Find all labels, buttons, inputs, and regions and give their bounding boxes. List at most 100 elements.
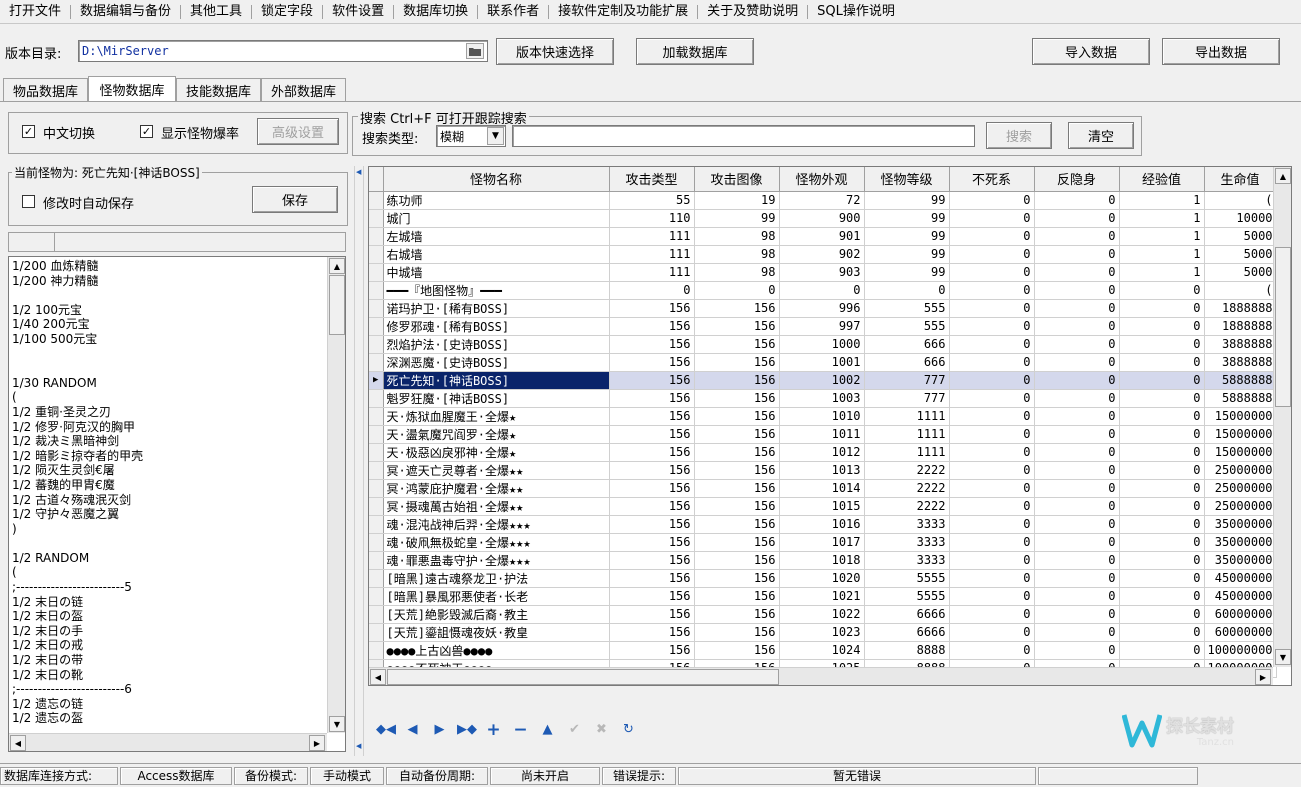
table-cell[interactable]: 156 bbox=[609, 551, 695, 570]
table-cell[interactable]: 1015 bbox=[779, 497, 865, 516]
table-cell[interactable]: 156 bbox=[694, 587, 780, 606]
table-cell[interactable]: 156 bbox=[694, 371, 780, 390]
table-cell[interactable]: 156 bbox=[694, 335, 780, 354]
tab-monsters[interactable]: 怪物数据库 bbox=[88, 76, 176, 101]
table-cell[interactable]: 60000000 bbox=[1204, 605, 1277, 624]
table-cell[interactable]: 0 bbox=[949, 263, 1035, 282]
table-cell[interactable]: 1 bbox=[1119, 227, 1205, 246]
table-cell[interactable]: 5888888 bbox=[1204, 389, 1277, 408]
table-cell[interactable]: 0 bbox=[1034, 335, 1120, 354]
table-cell[interactable]: ●●●●上古凶兽●●●● bbox=[383, 641, 610, 660]
table-cell[interactable]: 0 bbox=[1119, 371, 1205, 390]
scroll-down-icon[interactable]: ▼ bbox=[329, 716, 345, 732]
table-cell[interactable]: 156 bbox=[609, 371, 695, 390]
table-cell[interactable]: 902 bbox=[779, 245, 865, 264]
table-cell[interactable]: 修罗邪魂·[稀有BOSS] bbox=[383, 317, 610, 336]
grid-scroll-left-icon[interactable]: ◀ bbox=[370, 669, 386, 685]
column-header[interactable]: 经验值 bbox=[1119, 167, 1205, 192]
table-cell[interactable]: 0 bbox=[1119, 281, 1205, 300]
table-cell[interactable]: 1022 bbox=[779, 605, 865, 624]
table-cell[interactable]: 156 bbox=[609, 515, 695, 534]
table-cell[interactable]: 15000000 bbox=[1204, 443, 1277, 462]
table-cell[interactable]: 25000000 bbox=[1204, 497, 1277, 516]
table-cell[interactable]: 0 bbox=[949, 587, 1035, 606]
prior-record-icon[interactable]: ◀ bbox=[403, 722, 422, 738]
table-row[interactable]: 魁罗狂魔·[神话BOSS] 156 156 1003 777 0 0 0 5888888 bbox=[369, 389, 1277, 408]
table-cell[interactable]: 0 bbox=[1119, 443, 1205, 462]
table-cell[interactable]: 0 bbox=[1119, 425, 1205, 444]
table-cell[interactable]: 903 bbox=[779, 263, 865, 282]
table-cell[interactable]: 0 bbox=[1034, 569, 1120, 588]
table-row[interactable]: 练功师 55 19 72 99 0 0 1( bbox=[369, 191, 1277, 210]
table-cell[interactable]: 天·盪氣魔咒阎罗·全爆★ bbox=[383, 425, 610, 444]
table-cell[interactable]: 156 bbox=[609, 569, 695, 588]
table-row[interactable]: 烈焰护法·[史诗BOSS] 156 156 1000 666 0 0 0 3888888 bbox=[369, 335, 1277, 354]
grid-scroll-down-icon[interactable]: ▼ bbox=[1275, 649, 1291, 665]
tab-items[interactable]: 物品数据库 bbox=[3, 78, 88, 101]
table-row[interactable]: 左城墙 111 98 901 99 0 0 1 5000 bbox=[369, 227, 1277, 246]
advanced-settings-button[interactable]: 高级设置 bbox=[257, 118, 339, 145]
table-cell[interactable]: 3333 bbox=[864, 551, 950, 570]
edit-record-icon[interactable]: ▲ bbox=[538, 722, 557, 738]
table-cell[interactable]: 1003 bbox=[779, 389, 865, 408]
table-cell[interactable]: 3888888 bbox=[1204, 335, 1277, 354]
table-cell[interactable]: 777 bbox=[864, 371, 950, 390]
table-row[interactable]: [天荒]絶影毁滅后裔·教主 156 156 1022 6666 0 0 0 60000000 bbox=[369, 605, 1277, 624]
table-cell[interactable]: 100000000 bbox=[1204, 641, 1277, 660]
table-cell[interactable]: 0 bbox=[1119, 641, 1205, 660]
table-cell[interactable]: 1014 bbox=[779, 479, 865, 498]
table-cell[interactable]: 6666 bbox=[864, 605, 950, 624]
table-cell[interactable]: 60000000 bbox=[1204, 623, 1277, 642]
table-cell[interactable]: 10000 bbox=[1204, 209, 1277, 228]
table-cell[interactable]: 156 bbox=[694, 299, 780, 318]
table-cell[interactable]: 0 bbox=[1034, 443, 1120, 462]
table-cell[interactable]: 0 bbox=[949, 569, 1035, 588]
clear-button[interactable]: 清空 bbox=[1068, 122, 1134, 149]
table-cell[interactable]: 156 bbox=[609, 335, 695, 354]
table-cell[interactable]: 72 bbox=[779, 191, 865, 210]
grid-hscrollbar[interactable]: ◀ ▶ bbox=[369, 667, 1273, 685]
table-cell[interactable]: 5000 bbox=[1204, 227, 1277, 246]
table-cell[interactable]: 5000 bbox=[1204, 245, 1277, 264]
table-row[interactable]: 修罗邪魂·[稀有BOSS] 156 156 997 555 0 0 0 1888888 bbox=[369, 317, 1277, 336]
table-cell[interactable]: 0 bbox=[1119, 587, 1205, 606]
table-cell[interactable]: 156 bbox=[694, 533, 780, 552]
table-cell[interactable]: 156 bbox=[609, 407, 695, 426]
table-cell[interactable]: 0 bbox=[1034, 497, 1120, 516]
table-cell[interactable]: 1 bbox=[1119, 209, 1205, 228]
table-cell[interactable]: 0 bbox=[1119, 551, 1205, 570]
table-cell[interactable]: 156 bbox=[609, 533, 695, 552]
table-cell[interactable]: 25000000 bbox=[1204, 479, 1277, 498]
table-cell[interactable]: 0 bbox=[949, 209, 1035, 228]
table-row[interactable]: 冥·摄魂萬古始祖·全爆★★ 156 156 1015 2222 0 0 0 25000000 bbox=[369, 497, 1277, 516]
table-cell[interactable]: 55 bbox=[609, 191, 695, 210]
table-cell[interactable]: 诺玛护卫·[稀有BOSS] bbox=[383, 299, 610, 318]
table-cell[interactable]: 156 bbox=[609, 497, 695, 516]
table-cell[interactable]: 996 bbox=[779, 299, 865, 318]
table-cell[interactable]: 3333 bbox=[864, 533, 950, 552]
import-button[interactable]: 导入数据 bbox=[1032, 38, 1150, 65]
table-cell[interactable]: 1021 bbox=[779, 587, 865, 606]
grid-scroll-thumb[interactable] bbox=[1275, 247, 1291, 407]
table-cell[interactable]: 0 bbox=[949, 227, 1035, 246]
table-cell[interactable]: 烈焰护法·[史诗BOSS] bbox=[383, 335, 610, 354]
grid-scroll-up-icon[interactable]: ▲ bbox=[1275, 168, 1291, 184]
table-cell[interactable]: 1111 bbox=[864, 443, 950, 462]
table-cell[interactable]: 0 bbox=[1034, 389, 1120, 408]
table-cell[interactable]: 0 bbox=[694, 281, 780, 300]
table-cell[interactable]: 0 bbox=[1034, 407, 1120, 426]
table-cell[interactable]: 156 bbox=[609, 299, 695, 318]
table-row[interactable]: ▶ 死亡先知·[神话BOSS] 156 156 1002 777 0 0 0 5888888 bbox=[369, 371, 1277, 390]
menu-item-7[interactable]: 接软件定制及功能扩展 bbox=[549, 2, 697, 22]
load-db-button[interactable]: 加载数据库 bbox=[636, 38, 754, 65]
table-cell[interactable]: 6666 bbox=[864, 623, 950, 642]
menu-item-4[interactable]: 软件设置 bbox=[323, 2, 393, 22]
delete-record-icon[interactable]: − bbox=[511, 722, 530, 739]
table-cell[interactable]: 0 bbox=[1034, 191, 1120, 210]
table-cell[interactable]: 天·极惡凶戾邪神·全爆★ bbox=[383, 443, 610, 462]
table-cell[interactable]: 111 bbox=[609, 263, 695, 282]
table-cell[interactable]: 555 bbox=[864, 317, 950, 336]
table-cell[interactable]: 1 bbox=[1119, 263, 1205, 282]
table-row[interactable]: 天·炼狱血腥魔王·全爆★ 156 156 1010 1111 0 0 0 15000000 bbox=[369, 407, 1277, 426]
table-cell[interactable]: 111 bbox=[609, 245, 695, 264]
